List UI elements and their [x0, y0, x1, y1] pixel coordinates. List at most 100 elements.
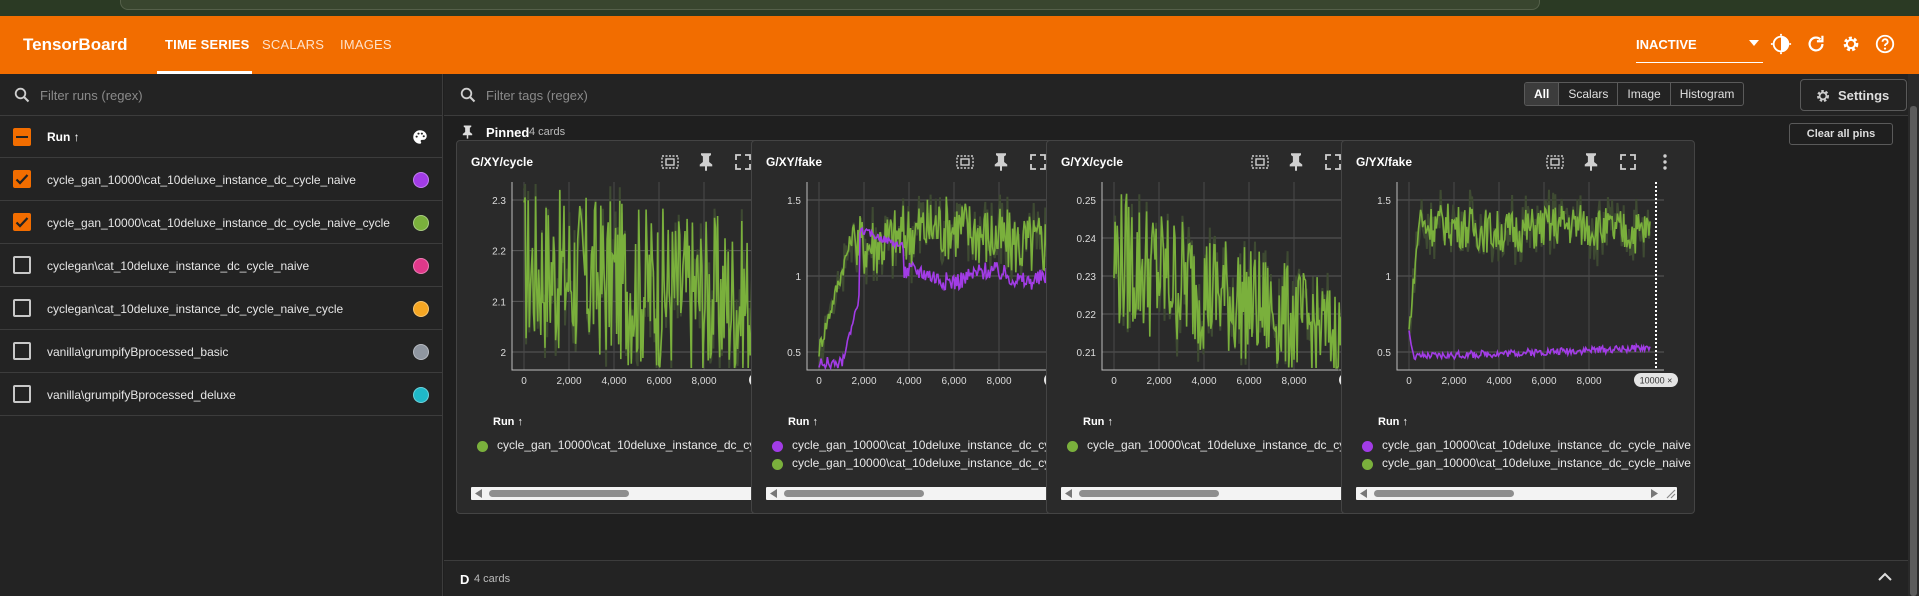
legend-scrollbar[interactable]	[1061, 487, 1382, 500]
pin-icon[interactable]	[1286, 152, 1306, 172]
run-checkbox[interactable]	[13, 385, 31, 403]
help-icon[interactable]	[1874, 33, 1896, 55]
run-row[interactable]: cycle_gan_10000\cat_10deluxe_instance_dc…	[0, 158, 443, 201]
y-tick-label: 2.2	[492, 247, 506, 258]
x-tick-label: 0	[1406, 376, 1412, 387]
run-color-swatch[interactable]	[413, 215, 429, 231]
series-line-naive	[1408, 330, 1651, 361]
runs-table-header: Run ↑	[0, 116, 443, 158]
run-color-swatch[interactable]	[413, 172, 429, 188]
x-tick-label: 8,000	[1281, 376, 1306, 387]
pin-icon[interactable]	[1581, 152, 1601, 172]
scroll-left-icon[interactable]	[770, 489, 778, 498]
tab-images[interactable]: IMAGES	[340, 37, 392, 52]
y-tick-label: 1	[1385, 272, 1391, 283]
run-checkbox[interactable]	[13, 256, 31, 274]
legend-header[interactable]: Run ↑	[1378, 416, 1408, 428]
resize-handle-icon[interactable]	[1665, 488, 1676, 499]
run-name: vanilla\grumpifyBprocessed_deluxe	[47, 388, 236, 402]
select-all-checkbox[interactable]	[13, 128, 31, 146]
run-row[interactable]: vanilla\grumpifyBprocessed_basic	[0, 330, 443, 373]
x-tick-label: 8,000	[986, 376, 1011, 387]
legend-scrollbar-thumb[interactable]	[1374, 490, 1514, 497]
x-tick-label: 4,000	[1191, 376, 1216, 387]
legend-scrollbar-thumb[interactable]	[489, 490, 629, 497]
run-row[interactable]: cyclegan\cat_10deluxe_instance_dc_cycle_…	[0, 244, 443, 287]
page-scrollbar-thumb[interactable]	[1910, 106, 1917, 596]
filter-scalars-button[interactable]: Scalars	[1559, 83, 1619, 105]
browser-bar	[120, 0, 1540, 10]
search-icon	[460, 87, 476, 103]
legend-header[interactable]: Run ↑	[1083, 416, 1113, 428]
filter-image-button[interactable]: Image	[1618, 83, 1671, 105]
run-checkbox[interactable]	[13, 213, 31, 231]
chevron-down-icon[interactable]	[1749, 40, 1759, 46]
run-checkbox[interactable]	[13, 299, 31, 317]
scroll-left-icon[interactable]	[475, 489, 483, 498]
fullscreen-icon[interactable]	[733, 152, 753, 172]
pin-icon[interactable]	[991, 152, 1011, 172]
legend-scrollbar-thumb[interactable]	[784, 490, 924, 497]
type-filter-group: All Scalars Image Histogram	[1524, 82, 1745, 106]
x-tick-label: 8,000	[691, 376, 716, 387]
legend-scrollbar[interactable]	[766, 487, 1087, 500]
refresh-icon[interactable]	[1805, 33, 1827, 55]
theme-toggle-icon[interactable]	[1770, 33, 1792, 55]
chevron-up-icon[interactable]	[1877, 571, 1893, 583]
palette-icon[interactable]	[411, 128, 429, 146]
run-name: cyclegan\cat_10deluxe_instance_dc_cycle_…	[47, 302, 344, 316]
card-title: G/YX/fake	[1356, 155, 1413, 169]
fit-domain-icon[interactable]	[1250, 152, 1270, 172]
filter-tags-input[interactable]: Filter tags (regex)	[486, 88, 588, 103]
pin-icon[interactable]	[696, 152, 716, 172]
y-tick-label: 0.25	[1077, 196, 1097, 207]
run-name: cycle_gan_10000\cat_10deluxe_instance_dc…	[47, 216, 390, 230]
run-color-swatch[interactable]	[413, 387, 429, 403]
tab-scalars[interactable]: SCALARS	[262, 37, 324, 52]
legend-scrollbar[interactable]	[1356, 487, 1677, 500]
section-d-header[interactable]: D 4 cards	[444, 560, 1919, 596]
x-tick-label: 0	[816, 376, 822, 387]
step-chip-label: 10000 ×	[1640, 376, 1673, 386]
x-tick-label: 6,000	[1531, 376, 1556, 387]
series-raw-line	[1408, 189, 1651, 334]
scroll-left-icon[interactable]	[1360, 489, 1368, 498]
scroll-right-icon[interactable]	[1650, 489, 1658, 498]
run-row[interactable]: cycle_gan_10000\cat_10deluxe_instance_dc…	[0, 201, 443, 244]
scroll-left-icon[interactable]	[1065, 489, 1073, 498]
fullscreen-icon[interactable]	[1028, 152, 1048, 172]
run-color-swatch[interactable]	[413, 258, 429, 274]
more-vert-icon[interactable]	[1655, 152, 1675, 172]
legend-header[interactable]: Run ↑	[493, 416, 523, 428]
page-scrollbar[interactable]	[1908, 74, 1919, 596]
run-row[interactable]: vanilla\grumpifyBprocessed_deluxe	[0, 373, 443, 416]
run-column-header[interactable]: Run ↑	[47, 130, 80, 144]
browser-strip	[0, 0, 1919, 16]
settings-button[interactable]: Settings	[1800, 79, 1907, 111]
y-tick-label: 1	[795, 272, 801, 283]
legend-color-dot	[1362, 441, 1373, 452]
filter-runs-field[interactable]: Filter runs (regex)	[0, 74, 443, 116]
fullscreen-icon[interactable]	[1618, 152, 1638, 172]
fit-domain-icon[interactable]	[955, 152, 975, 172]
plugin-select[interactable]: INACTIVE	[1636, 37, 1697, 52]
fit-domain-icon[interactable]	[1545, 152, 1565, 172]
run-checkbox[interactable]	[13, 170, 31, 188]
tab-time-series[interactable]: TIME SERIES	[165, 37, 250, 52]
legend-header[interactable]: Run ↑	[788, 416, 818, 428]
y-tick-label: 1.5	[1377, 196, 1391, 207]
legend-scrollbar-thumb[interactable]	[1079, 490, 1219, 497]
gear-icon[interactable]	[1840, 33, 1862, 55]
fit-domain-icon[interactable]	[660, 152, 680, 172]
filter-all-button[interactable]: All	[1525, 83, 1560, 105]
line-chart[interactable]: 1.5 1 0.5 0 2,000 4,000 6,000 8,000 10000 ×	[1342, 176, 1696, 408]
pinned-count: 4 cards	[529, 126, 566, 138]
run-checkbox[interactable]	[13, 342, 31, 360]
legend-scrollbar[interactable]	[471, 487, 792, 500]
filter-histogram-button[interactable]: Histogram	[1671, 83, 1744, 105]
fullscreen-icon[interactable]	[1323, 152, 1343, 172]
run-row[interactable]: cyclegan\cat_10deluxe_instance_dc_cycle_…	[0, 287, 443, 330]
clear-all-pins-button[interactable]: Clear all pins	[1789, 123, 1893, 145]
run-color-swatch[interactable]	[413, 301, 429, 317]
run-color-swatch[interactable]	[413, 344, 429, 360]
